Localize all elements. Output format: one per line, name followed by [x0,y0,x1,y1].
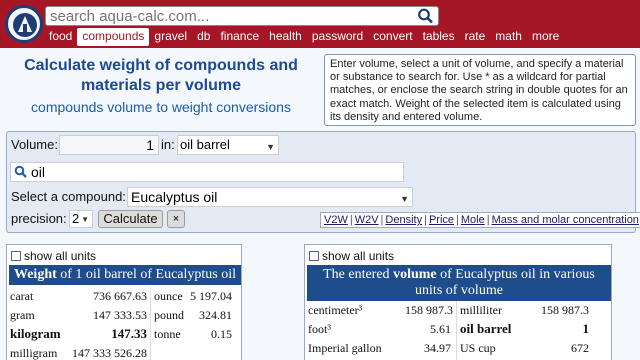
show-all-units-label: show all units [322,249,395,263]
precision-label: precision: [11,211,67,226]
site-header: foodcompoundsgraveldbfinancehealthpasswo… [0,0,640,48]
nav-item-gravel[interactable]: gravel [149,28,192,46]
nav-item-math[interactable]: math [490,28,527,46]
unit-value: 147 333 526.28 [72,346,147,360]
volume-label: Volume: [11,137,58,152]
show-all-units-label: show all units [24,249,97,263]
unit-value: 1 [582,321,590,336]
nav-item-rate[interactable]: rate [460,28,491,46]
show-all-units-toggle[interactable]: show all units [11,249,96,263]
volume-results-panel: show all units The entered volume of Euc… [304,244,612,360]
nav-item-food[interactable]: food [44,28,77,46]
help-text: Enter volume, select a unit of volume, a… [324,54,636,126]
tool-links: V2W | W2V | Density | Price | Mole | Mass and mola… [320,212,640,228]
nav-item-finance[interactable]: finance [215,28,264,46]
unit-value: 672 [571,341,589,355]
unit-value: 147 333.53 [93,308,147,322]
search-icon [14,165,28,184]
unit-value: 5.61 [430,322,451,336]
nav-item-convert[interactable]: convert [368,28,417,46]
nav-item-compounds[interactable]: compounds [77,28,150,46]
unit-value: 147.33 [111,326,147,341]
header-bold: Weight [13,267,57,282]
chevron-down-icon: ▼ [266,142,275,152]
unit-name: centimeter³ [308,303,363,317]
nav-item-health[interactable]: health [264,28,307,46]
nav-item-tables[interactable]: tables [418,28,460,46]
tool-link[interactable]: Mass and molar concentration [492,214,639,226]
column-divider [150,287,151,360]
volume-unit-value: oil barrel [180,137,230,152]
link-separator: | [424,214,427,226]
title-block: Calculate weight of compounds and materi… [8,56,314,116]
tool-link[interactable]: Mole [461,214,485,226]
unit-value: 0.15 [211,327,232,341]
nav-item-db[interactable]: db [192,28,215,46]
chevron-down-icon: ▼ [81,215,89,224]
header-rest: of 1 oil barrel of Eucalyptus oil [56,267,236,282]
header-pre: The entered [323,267,394,282]
clear-button[interactable]: × [167,210,185,228]
unit-name: foot³ [308,322,331,336]
page: foodcompoundsgraveldbfinancehealthpasswo… [0,0,640,360]
tool-link[interactable]: Density [385,214,422,226]
unit-value: 5 197.04 [190,289,232,303]
column-divider [456,301,457,360]
logo-icon [13,13,37,37]
volume-table-header: The entered volume of Eucalyptus oil in … [307,265,611,301]
nav-item-password[interactable]: password [307,28,368,46]
main-nav: food compounds gravel db finance health passwo… [44,28,564,46]
header-bold: volume [393,267,437,282]
link-separator: | [456,214,459,226]
weight-table-header: Weight of 1 oil barrel of Eucalyptus oil [9,265,241,285]
compound-label: Select a compound: [11,189,126,204]
unit-value: 324.81 [199,308,232,322]
site-logo[interactable] [5,5,43,43]
header-post: of Eucalyptus oil in various units of vo… [415,267,595,298]
precision-value: 2 [72,211,80,226]
nav-item-more[interactable]: more [527,28,564,46]
checkbox-icon[interactable] [309,251,319,261]
compound-value: Eucalyptus oil [131,189,218,205]
unit-value: 158 987.3 [405,303,453,317]
search-icon[interactable] [417,8,435,24]
tool-link[interactable]: V2W [324,214,348,226]
compound-select[interactable]: Eucalyptus oil ▼ [127,187,413,207]
unit-value: 158 987.3 [541,303,589,317]
substance-search[interactable] [10,162,404,182]
link-separator: | [349,214,353,226]
tool-link[interactable]: W2V [355,214,379,226]
volume-unit-select[interactable]: oil barrel ▼ [177,135,279,155]
weight-results-panel: show all units Weight of 1 oil barrel of… [6,244,242,360]
calculator-form: Volume: in: oil barrel ▼ Select a compou… [6,131,640,233]
site-search[interactable] [45,6,439,26]
in-label: in: [161,137,175,152]
tool-link[interactable]: Price [429,214,454,226]
chevron-down-icon: ▼ [400,194,409,204]
checkbox-icon[interactable] [11,251,21,261]
show-all-units-toggle[interactable]: show all units [309,249,394,263]
unit-name: Imperial gallon [308,341,382,355]
calculate-button[interactable]: Calculate [98,210,163,228]
page-title: Calculate weight of compounds and materi… [24,57,298,94]
volume-input[interactable] [59,135,159,155]
page-subtitle: compounds volume to weight conversions [31,99,291,115]
unit-value: 736 667.63 [93,289,147,303]
site-search-input[interactable] [50,8,410,24]
substance-search-input[interactable] [31,164,391,180]
link-separator: | [486,214,490,226]
precision-select[interactable]: 2 ▼ [69,210,93,228]
unit-value: 34.97 [424,341,451,355]
